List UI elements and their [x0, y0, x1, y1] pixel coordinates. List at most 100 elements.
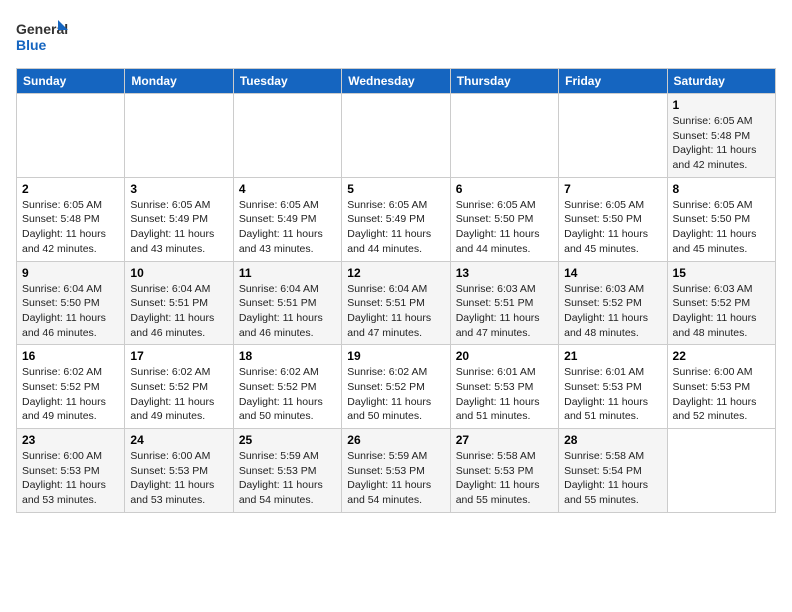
day-number: 21 [564, 349, 661, 363]
day-number: 6 [456, 182, 553, 196]
day-number: 25 [239, 433, 336, 447]
day-info: Sunrise: 6:00 AM Sunset: 5:53 PM Dayligh… [130, 449, 227, 508]
week-row-1: 1 Sunrise: 6:05 AM Sunset: 5:48 PM Daylig… [17, 94, 776, 178]
day-cell: 8 Sunrise: 6:05 AM Sunset: 5:50 PM Daylig… [667, 177, 775, 261]
week-row-4: 16Sunrise: 6:02 AM Sunset: 5:52 PM Dayli… [17, 345, 776, 429]
day-number: 12 [347, 266, 444, 280]
day-info: Sunrise: 6:00 AM Sunset: 5:53 PM Dayligh… [22, 449, 119, 508]
day-cell: 18 Sunrise: 6:02 AM Sunset: 5:52 PM Dayli… [233, 345, 341, 429]
day-cell: 26 Sunrise: 5:59 AM Sunset: 5:53 PM Dayli… [342, 429, 450, 513]
day-cell: 1 Sunrise: 6:05 AM Sunset: 5:48 PM Daylig… [667, 94, 775, 178]
day-number: 1 [673, 98, 770, 112]
day-cell: 15 Sunrise: 6:03 AM Sunset: 5:52 PM Dayli… [667, 261, 775, 345]
day-number: 23 [22, 433, 119, 447]
day-number: 11 [239, 266, 336, 280]
day-info: Sunrise: 6:02 AM Sunset: 5:52 PM Dayligh… [22, 365, 119, 424]
svg-text:Blue: Blue [16, 37, 47, 53]
day-info: Sunrise: 6:02 AM Sunset: 5:52 PM Dayligh… [347, 365, 444, 424]
day-info: Sunrise: 6:02 AM Sunset: 5:52 PM Dayligh… [239, 365, 336, 424]
day-cell: 3 Sunrise: 6:05 AM Sunset: 5:49 PM Daylig… [125, 177, 233, 261]
day-cell: 16Sunrise: 6:02 AM Sunset: 5:52 PM Dayli… [17, 345, 125, 429]
day-number: 10 [130, 266, 227, 280]
day-cell: 9 Sunrise: 6:04 AM Sunset: 5:50 PM Daylig… [17, 261, 125, 345]
day-info: Sunrise: 5:58 AM Sunset: 5:53 PM Dayligh… [456, 449, 553, 508]
week-row-2: 2 Sunrise: 6:05 AM Sunset: 5:48 PM Daylig… [17, 177, 776, 261]
day-info: Sunrise: 6:05 AM Sunset: 5:50 PM Dayligh… [673, 198, 770, 257]
day-cell: 24 Sunrise: 6:00 AM Sunset: 5:53 PM Dayli… [125, 429, 233, 513]
day-cell: 23 Sunrise: 6:00 AM Sunset: 5:53 PM Dayli… [17, 429, 125, 513]
day-cell [450, 94, 558, 178]
day-info: Sunrise: 6:02 AM Sunset: 5:52 PM Dayligh… [130, 365, 227, 424]
day-number: 28 [564, 433, 661, 447]
day-info: Sunrise: 6:05 AM Sunset: 5:48 PM Dayligh… [22, 198, 119, 257]
day-cell: 28 Sunrise: 5:58 AM Sunset: 5:54 PM Dayli… [559, 429, 667, 513]
day-cell [17, 94, 125, 178]
day-number: 9 [22, 266, 119, 280]
day-number: 24 [130, 433, 227, 447]
day-number: 8 [673, 182, 770, 196]
day-info: Sunrise: 6:01 AM Sunset: 5:53 PM Dayligh… [456, 365, 553, 424]
day-number: 14 [564, 266, 661, 280]
day-cell: 13 Sunrise: 6:03 AM Sunset: 5:51 PM Dayli… [450, 261, 558, 345]
day-info: Sunrise: 6:03 AM Sunset: 5:52 PM Dayligh… [673, 282, 770, 341]
day-number: 26 [347, 433, 444, 447]
weekday-saturday: Saturday [667, 69, 775, 94]
day-number: 4 [239, 182, 336, 196]
day-number: 7 [564, 182, 661, 196]
day-number: 27 [456, 433, 553, 447]
day-info: Sunrise: 6:05 AM Sunset: 5:49 PM Dayligh… [130, 198, 227, 257]
day-info: Sunrise: 6:05 AM Sunset: 5:48 PM Dayligh… [673, 114, 770, 173]
day-number: 22 [673, 349, 770, 363]
week-row-3: 9 Sunrise: 6:04 AM Sunset: 5:50 PM Daylig… [17, 261, 776, 345]
day-number: 3 [130, 182, 227, 196]
day-info: Sunrise: 6:05 AM Sunset: 5:49 PM Dayligh… [347, 198, 444, 257]
day-cell: 7 Sunrise: 6:05 AM Sunset: 5:50 PM Daylig… [559, 177, 667, 261]
day-info: Sunrise: 5:59 AM Sunset: 5:53 PM Dayligh… [239, 449, 336, 508]
day-cell [559, 94, 667, 178]
day-info: Sunrise: 5:59 AM Sunset: 5:53 PM Dayligh… [347, 449, 444, 508]
weekday-sunday: Sunday [17, 69, 125, 94]
day-cell: 19 Sunrise: 6:02 AM Sunset: 5:52 PM Dayli… [342, 345, 450, 429]
day-number: 15 [673, 266, 770, 280]
day-info: Sunrise: 6:03 AM Sunset: 5:51 PM Dayligh… [456, 282, 553, 341]
week-row-5: 23 Sunrise: 6:00 AM Sunset: 5:53 PM Dayli… [17, 429, 776, 513]
page-header: General Blue [16, 16, 776, 60]
day-cell: 21Sunrise: 6:01 AM Sunset: 5:53 PM Dayli… [559, 345, 667, 429]
day-cell: 22 Sunrise: 6:00 AM Sunset: 5:53 PM Dayli… [667, 345, 775, 429]
day-info: Sunrise: 6:05 AM Sunset: 5:50 PM Dayligh… [564, 198, 661, 257]
day-cell: 4Sunrise: 6:05 AM Sunset: 5:49 PM Daylig… [233, 177, 341, 261]
day-cell: 5Sunrise: 6:05 AM Sunset: 5:49 PM Daylig… [342, 177, 450, 261]
weekday-header-row: SundayMondayTuesdayWednesdayThursdayFrid… [17, 69, 776, 94]
day-cell: 10 Sunrise: 6:04 AM Sunset: 5:51 PM Dayli… [125, 261, 233, 345]
weekday-wednesday: Wednesday [342, 69, 450, 94]
day-info: Sunrise: 6:04 AM Sunset: 5:51 PM Dayligh… [239, 282, 336, 341]
day-info: Sunrise: 6:03 AM Sunset: 5:52 PM Dayligh… [564, 282, 661, 341]
day-info: Sunrise: 5:58 AM Sunset: 5:54 PM Dayligh… [564, 449, 661, 508]
day-info: Sunrise: 6:04 AM Sunset: 5:50 PM Dayligh… [22, 282, 119, 341]
day-info: Sunrise: 6:05 AM Sunset: 5:50 PM Dayligh… [456, 198, 553, 257]
day-info: Sunrise: 6:00 AM Sunset: 5:53 PM Dayligh… [673, 365, 770, 424]
day-number: 13 [456, 266, 553, 280]
day-cell [233, 94, 341, 178]
day-number: 20 [456, 349, 553, 363]
day-cell [342, 94, 450, 178]
weekday-tuesday: Tuesday [233, 69, 341, 94]
weekday-thursday: Thursday [450, 69, 558, 94]
day-cell: 25 Sunrise: 5:59 AM Sunset: 5:53 PM Dayli… [233, 429, 341, 513]
logo: General Blue [16, 16, 68, 60]
calendar: SundayMondayTuesdayWednesdayThursdayFrid… [16, 68, 776, 513]
weekday-monday: Monday [125, 69, 233, 94]
day-cell: 6 Sunrise: 6:05 AM Sunset: 5:50 PM Daylig… [450, 177, 558, 261]
day-number: 18 [239, 349, 336, 363]
day-number: 2 [22, 182, 119, 196]
day-cell: 27 Sunrise: 5:58 AM Sunset: 5:53 PM Dayli… [450, 429, 558, 513]
weekday-friday: Friday [559, 69, 667, 94]
day-info: Sunrise: 6:04 AM Sunset: 5:51 PM Dayligh… [130, 282, 227, 341]
day-info: Sunrise: 6:04 AM Sunset: 5:51 PM Dayligh… [347, 282, 444, 341]
day-cell [125, 94, 233, 178]
day-cell: 14 Sunrise: 6:03 AM Sunset: 5:52 PM Dayli… [559, 261, 667, 345]
day-cell: 20 Sunrise: 6:01 AM Sunset: 5:53 PM Dayli… [450, 345, 558, 429]
day-number: 17 [130, 349, 227, 363]
day-number: 19 [347, 349, 444, 363]
day-cell: 12 Sunrise: 6:04 AM Sunset: 5:51 PM Dayli… [342, 261, 450, 345]
